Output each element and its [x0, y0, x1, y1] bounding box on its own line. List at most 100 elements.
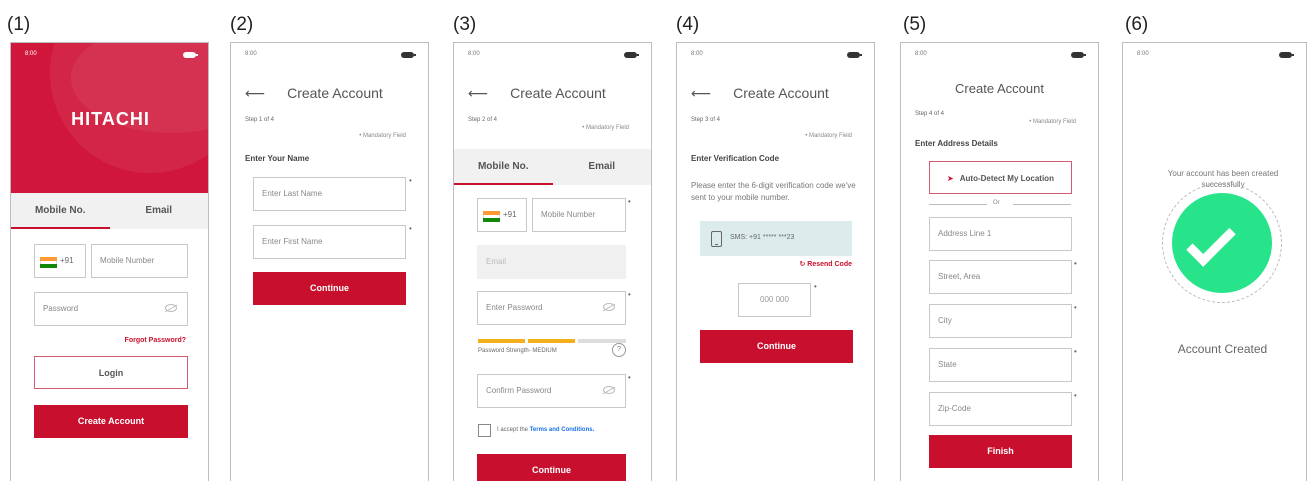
step-indicator: Step 4 of 4: [915, 111, 945, 117]
forgot-password-link[interactable]: Forgot Password?: [125, 337, 186, 344]
battery-icon: [1279, 52, 1294, 58]
terms-checkbox[interactable]: [478, 424, 491, 437]
password-placeholder: Enter Password: [486, 303, 543, 312]
divider-left: [929, 204, 987, 205]
verification-code-input[interactable]: 000 000: [738, 283, 811, 317]
back-arrow-icon[interactable]: ⟵: [691, 85, 711, 102]
tab-mobile[interactable]: Mobile No.: [454, 149, 553, 185]
resend-code-link[interactable]: ↻ Resend Code: [799, 260, 852, 268]
auto-detect-location-button[interactable]: ➤ Auto-Detect My Location: [929, 161, 1072, 194]
mobile-number-input[interactable]: Mobile Number: [91, 244, 188, 278]
continue-button[interactable]: Continue: [700, 330, 853, 363]
last-name-input[interactable]: Enter Last Name: [253, 177, 406, 211]
page-header: ⟵ Create Account: [691, 85, 829, 102]
mandatory-note: Mandatory Field: [1029, 119, 1076, 125]
status-time: 8:00: [1137, 51, 1149, 57]
brand-header: 8:00 HITACHI: [11, 43, 208, 193]
account-created-label: Account Created: [1177, 342, 1268, 356]
confirm-password-placeholder: Confirm Password: [486, 386, 552, 395]
country-code-select[interactable]: +91: [477, 198, 527, 232]
panel-label-6: (6): [1125, 14, 1149, 35]
mandatory-note: Mandatory Field: [805, 133, 852, 139]
panel-label-1: (1): [7, 14, 31, 35]
eye-hidden-icon[interactable]: [603, 303, 615, 311]
refresh-icon: ↻: [799, 261, 806, 268]
zip-code-input[interactable]: Zip-Code: [929, 392, 1072, 426]
screen-login: 8:00 HITACHI Mobile No. Email +91 Mobile…: [10, 42, 209, 481]
eye-hidden-icon[interactable]: [603, 386, 615, 394]
page-header: ⟵ Create Account: [245, 85, 383, 102]
required-marker: •: [409, 224, 412, 233]
mobile-number-input[interactable]: Mobile Number: [532, 198, 626, 232]
contact-tabs: Mobile No. Email: [454, 149, 651, 185]
required-marker: •: [409, 176, 412, 185]
section-title: Enter Your Name: [245, 154, 310, 163]
panel-label-4: (4): [676, 14, 700, 35]
back-arrow-icon[interactable]: ⟵: [245, 85, 265, 102]
page-header: ⟵ Create Account: [468, 85, 606, 102]
step-indicator: Step 2 of 4: [468, 117, 498, 123]
email-input[interactable]: Email: [477, 245, 626, 279]
password-input[interactable]: Password: [34, 292, 188, 326]
tab-email[interactable]: Email: [553, 149, 652, 185]
country-code: +91: [60, 256, 74, 265]
required-marker: •: [1074, 391, 1077, 400]
required-marker: •: [1074, 259, 1077, 268]
state-input[interactable]: State: [929, 348, 1072, 382]
screen-step-3: 8:00 ⟵ Create Account Step 3 of 4 Mandato…: [676, 42, 875, 481]
mandatory-note: Mandatory Field: [359, 133, 406, 139]
city-input[interactable]: City: [929, 304, 1072, 338]
screen-step-1: 8:00 ⟵ Create Account Step 1 of 4 Mandato…: [230, 42, 429, 481]
screen-account-created: 8:00 Your account has been created succe…: [1122, 42, 1307, 481]
confirm-password-input[interactable]: Confirm Password: [477, 374, 626, 408]
eye-hidden-icon[interactable]: [165, 304, 177, 312]
divider-right: [1013, 204, 1071, 205]
continue-button[interactable]: Continue: [253, 272, 406, 305]
required-marker: •: [628, 373, 631, 382]
auto-detect-label: Auto-Detect My Location: [959, 174, 1054, 183]
active-tab-indicator: [11, 227, 110, 229]
page-title: Create Account: [733, 85, 829, 101]
page-title: Create Account: [510, 85, 606, 101]
checkmark-icon: [1186, 217, 1236, 267]
location-arrow-icon: ➤: [947, 174, 954, 183]
step-indicator: Step 3 of 4: [691, 117, 721, 123]
phone-icon: [711, 231, 722, 247]
address-line-1-input[interactable]: Address Line 1: [929, 217, 1072, 251]
first-name-input[interactable]: Enter First Name: [253, 225, 406, 259]
password-input[interactable]: Enter Password: [477, 291, 626, 325]
back-arrow-icon[interactable]: ⟵: [468, 85, 488, 102]
battery-icon: [183, 52, 198, 58]
hitachi-logo: HITACHI: [71, 109, 150, 129]
finish-button[interactable]: Finish: [929, 435, 1072, 468]
status-time: 8:00: [691, 51, 703, 57]
mandatory-note: Mandatory Field: [582, 125, 629, 131]
status-time: 8:00: [915, 51, 927, 57]
terms-prefix: I accept the: [497, 427, 530, 433]
terms-link[interactable]: Terms and Conditions.: [530, 427, 595, 433]
password-strength-label: Password Strength- MEDIUM: [478, 348, 557, 354]
status-bar: 8:00: [454, 51, 651, 61]
tab-mobile[interactable]: Mobile No.: [11, 193, 110, 229]
panel-label-2: (2): [230, 14, 254, 35]
password-strength-bar: [478, 339, 626, 343]
india-flag-icon: [483, 211, 500, 222]
page-title: Create Account: [287, 85, 383, 101]
continue-button[interactable]: Continue: [477, 454, 626, 481]
help-icon[interactable]: ?: [612, 343, 626, 357]
active-tab-indicator: [454, 183, 553, 185]
success-checkmark-icon: [1172, 193, 1272, 293]
screen-step-4: 8:00 Create Account Step 4 of 4 Mandator…: [900, 42, 1099, 481]
screen-step-2: 8:00 ⟵ Create Account Step 2 of 4 Mandato…: [453, 42, 652, 481]
create-account-button[interactable]: Create Account: [34, 405, 188, 438]
tab-email[interactable]: Email: [110, 193, 209, 229]
country-code-select[interactable]: +91: [34, 244, 86, 278]
status-time: 8:00: [25, 51, 37, 57]
section-title: Enter Address Details: [915, 139, 998, 148]
panel-label-3: (3): [453, 14, 477, 35]
street-area-input[interactable]: Street, Area: [929, 260, 1072, 294]
login-button[interactable]: Login: [34, 356, 188, 389]
status-bar: 8:00: [677, 51, 874, 61]
battery-icon: [1071, 52, 1086, 58]
or-separator: Or: [993, 200, 1000, 206]
